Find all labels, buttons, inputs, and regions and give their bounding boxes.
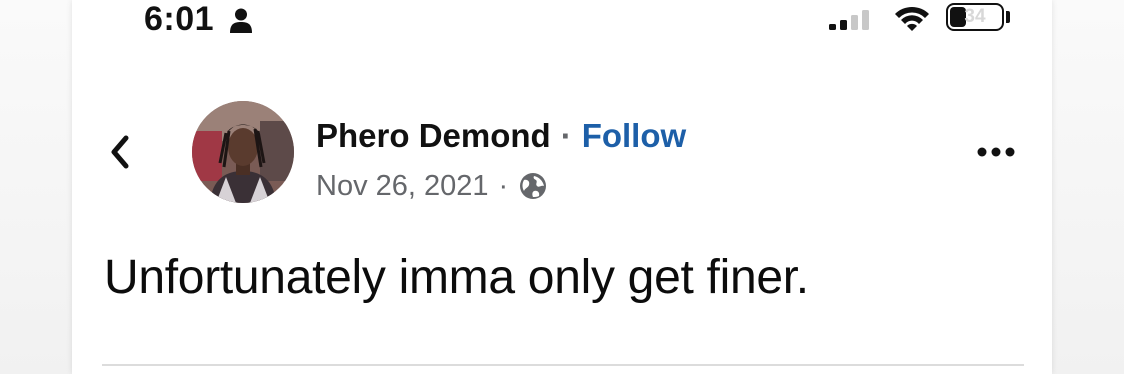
author-avatar[interactable]: [192, 101, 294, 203]
right-background: [1052, 0, 1124, 374]
author-name[interactable]: Phero Demond: [316, 117, 551, 154]
back-button[interactable]: [102, 128, 136, 176]
globe-icon: [520, 173, 547, 199]
phone-screen: 6:01 34 Phero Demond · Follow Nov 26, 20…: [72, 0, 1052, 374]
more-options-button[interactable]: [974, 140, 1018, 164]
meta-separator: ·: [498, 170, 509, 202]
post-text: Unfortunately imma only get finer.: [104, 251, 809, 304]
avatar-photo: [192, 101, 294, 203]
person-icon: [230, 8, 252, 33]
chevron-left-icon: [111, 135, 129, 169]
signal-icon: [829, 10, 869, 30]
battery-level: 34: [964, 6, 986, 27]
more-horizontal-icon: [977, 147, 1015, 157]
follow-button[interactable]: Follow: [582, 117, 686, 154]
divider: [102, 364, 1024, 366]
post-date[interactable]: Nov 26, 2021: [316, 166, 489, 206]
wifi-icon: [895, 6, 929, 31]
battery-tip: [1006, 11, 1010, 23]
author-line: Phero Demond · Follow: [316, 114, 686, 158]
status-time: 6:01: [144, 0, 215, 38]
name-separator: ·: [560, 117, 572, 154]
left-background: [0, 0, 72, 374]
battery-icon: 34: [946, 3, 1004, 31]
post-meta: Nov 26, 2021 ·: [316, 166, 548, 206]
